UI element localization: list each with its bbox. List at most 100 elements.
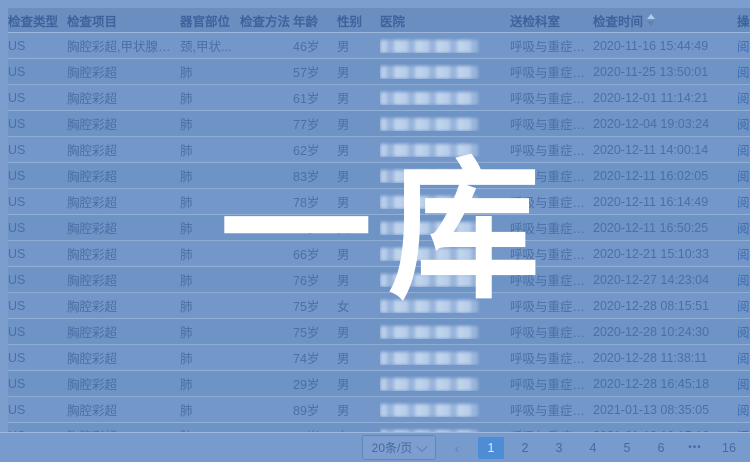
cell-exam-item: 胸腔彩超 bbox=[67, 374, 180, 393]
column-header-exam-item: 检查项目 bbox=[67, 11, 180, 30]
cell-exam-type: US bbox=[8, 91, 67, 105]
page-ellipsis[interactable]: ••• bbox=[682, 437, 708, 459]
view-film-link[interactable]: 阅片 bbox=[737, 300, 750, 314]
cell-exam-item: 胸腔彩超 bbox=[67, 244, 180, 263]
view-film-link[interactable]: 阅片 bbox=[737, 170, 750, 184]
table-row[interactable]: US 胸腔彩超 肺 66岁 男 呼吸与重症医... 2020-12-21 15:… bbox=[8, 241, 750, 267]
page-button-2[interactable]: 2 bbox=[512, 437, 538, 459]
page-button-3[interactable]: 3 bbox=[546, 437, 572, 459]
column-header-organ: 器官部位 bbox=[180, 11, 240, 30]
cell-gender: 男 bbox=[337, 36, 380, 55]
table-row[interactable]: US 胸腔彩超 肺 83岁 男 呼吸与重症医... 2020-12-11 16:… bbox=[8, 163, 750, 189]
table-row[interactable]: US 胸腔彩超 肺 77岁 男 呼吸与重症医... 2020-12-04 19:… bbox=[8, 111, 750, 137]
cell-organ: 肺 bbox=[180, 62, 240, 81]
cell-organ: 肺 bbox=[180, 400, 240, 419]
view-film-link[interactable]: 阅片 bbox=[737, 66, 750, 80]
table-body: US 胸腔彩超,甲状腺彩超 颈,甲状... 46岁 男 呼吸与重症医... 20… bbox=[8, 33, 750, 449]
cell-department: 呼吸与重症医... bbox=[510, 36, 593, 55]
redacted-hospital-block bbox=[380, 352, 478, 365]
cell-exam-time: 2020-12-28 11:38:11 bbox=[593, 351, 737, 365]
sort-asc-icon[interactable] bbox=[647, 14, 655, 19]
cell-department: 呼吸与重症医... bbox=[510, 140, 593, 159]
pagination-bar: 20条/页 ‹ 123456 ••• 16 bbox=[0, 432, 750, 462]
page-button-16[interactable]: 16 bbox=[716, 437, 742, 459]
cell-exam-time: 2020-12-11 14:00:14 bbox=[593, 143, 737, 157]
cell-hospital bbox=[380, 350, 510, 364]
redacted-hospital-block bbox=[380, 326, 478, 339]
table-row[interactable]: US 胸腔彩超 肺 89岁 男 呼吸与重症医... 2021-01-13 08:… bbox=[8, 397, 750, 423]
view-film-link[interactable]: 阅片 bbox=[737, 40, 750, 54]
view-film-link[interactable]: 阅片 bbox=[737, 274, 750, 288]
redacted-hospital-block bbox=[380, 196, 478, 209]
exam-table: 检查类型 检查项目 器官部位 检查方法 年龄 性别 医院 送检科室 检查时间 操… bbox=[8, 8, 750, 449]
cell-exam-time: 2020-12-21 15:10:33 bbox=[593, 247, 737, 261]
table-row[interactable]: US 胸腔彩超 肺 61岁 男 呼吸与重症医... 2020-12-01 11:… bbox=[8, 85, 750, 111]
view-film-link[interactable]: 阅片 bbox=[737, 92, 750, 106]
cell-exam-time: 2020-12-11 16:02:05 bbox=[593, 169, 737, 183]
cell-exam-time: 2020-12-28 10:24:30 bbox=[593, 325, 737, 339]
view-film-link[interactable]: 阅片 bbox=[737, 352, 750, 366]
cell-exam-item: 胸腔彩超 bbox=[67, 296, 180, 315]
column-header-exam-time-label: 检查时间 bbox=[593, 11, 643, 30]
view-film-link[interactable]: 阅片 bbox=[737, 118, 750, 132]
chevron-down-icon bbox=[417, 440, 428, 451]
view-film-link[interactable]: 阅片 bbox=[737, 248, 750, 262]
cell-gender: 男 bbox=[337, 62, 380, 81]
table-row[interactable]: US 胸腔彩超 肺 78岁 男 呼吸与重症医... 2020-12-11 16:… bbox=[8, 189, 750, 215]
cell-exam-type: US bbox=[8, 221, 67, 235]
table-row[interactable]: US 胸腔彩超 肺 29岁 男 呼吸与重症医... 2020-12-28 16:… bbox=[8, 371, 750, 397]
redacted-hospital-block bbox=[380, 170, 478, 183]
cell-exam-type: US bbox=[8, 65, 67, 79]
view-film-link[interactable]: 阅片 bbox=[737, 326, 750, 340]
cell-exam-type: US bbox=[8, 39, 67, 53]
page-button-6[interactable]: 6 bbox=[648, 437, 674, 459]
cell-age: 77岁 bbox=[293, 114, 337, 133]
table-row[interactable]: US 胸腔彩超 肺 76岁 男 呼吸与重症医... 2020-12-27 14:… bbox=[8, 267, 750, 293]
cell-gender: 男 bbox=[337, 88, 380, 107]
view-film-link[interactable]: 阅片 bbox=[737, 196, 750, 210]
cell-department: 呼吸与重症医... bbox=[510, 270, 593, 289]
table-row[interactable]: US 胸腔彩超,甲状腺彩超 颈,甲状... 46岁 男 呼吸与重症医... 20… bbox=[8, 33, 750, 59]
redacted-hospital-block bbox=[380, 118, 478, 131]
cell-exam-time: 2020-11-25 13:50:01 bbox=[593, 65, 737, 79]
page-button-5[interactable]: 5 bbox=[614, 437, 640, 459]
view-film-link[interactable]: 阅片 bbox=[737, 222, 750, 236]
redacted-hospital-block bbox=[380, 378, 478, 391]
cell-organ: 肺 bbox=[180, 322, 240, 341]
redacted-hospital-block bbox=[380, 222, 478, 235]
cell-department: 呼吸与重症医... bbox=[510, 348, 593, 367]
table-row[interactable]: US 胸腔彩超 肺 57岁 男 呼吸与重症医... 2020-11-25 13:… bbox=[8, 59, 750, 85]
table-row[interactable]: US 胸腔彩超 肺 75岁 男 呼吸与重症医... 2020-12-28 10:… bbox=[8, 319, 750, 345]
cell-age: 66岁 bbox=[293, 244, 337, 263]
view-film-link[interactable]: 阅片 bbox=[737, 404, 750, 418]
page-button-1[interactable]: 1 bbox=[478, 437, 504, 459]
cell-hospital bbox=[380, 402, 510, 416]
cell-age: 89岁 bbox=[293, 400, 337, 419]
page-button-4[interactable]: 4 bbox=[580, 437, 606, 459]
cell-exam-type: US bbox=[8, 325, 67, 339]
table-row[interactable]: US 胸腔彩超 肺 75岁 女 呼吸与重症医... 2020-12-28 08:… bbox=[8, 293, 750, 319]
view-film-link[interactable]: 阅片 bbox=[737, 144, 750, 158]
cell-age: 62岁 bbox=[293, 140, 337, 159]
cell-gender: 男 bbox=[337, 114, 380, 133]
cell-age: 83岁 bbox=[293, 166, 337, 185]
sort-desc-icon[interactable] bbox=[647, 21, 655, 26]
prev-page-button[interactable]: ‹ bbox=[444, 437, 470, 459]
table-row[interactable]: US 胸腔彩超 肺 76岁 女 呼吸与重症医... 2020-12-11 16:… bbox=[8, 215, 750, 241]
cell-exam-item: 胸腔彩超 bbox=[67, 270, 180, 289]
cell-organ: 肺 bbox=[180, 140, 240, 159]
cell-organ: 颈,甲状... bbox=[180, 36, 240, 55]
column-header-gender: 性别 bbox=[337, 11, 380, 30]
cell-exam-time: 2020-12-27 14:23:04 bbox=[593, 273, 737, 287]
table-row[interactable]: US 胸腔彩超 肺 62岁 男 呼吸与重症医... 2020-12-11 14:… bbox=[8, 137, 750, 163]
table-row[interactable]: US 胸腔彩超 肺 74岁 男 呼吸与重症医... 2020-12-28 11:… bbox=[8, 345, 750, 371]
cell-age: 29岁 bbox=[293, 374, 337, 393]
cell-exam-item: 胸腔彩超 bbox=[67, 88, 180, 107]
column-header-exam-time[interactable]: 检查时间 bbox=[593, 11, 737, 30]
view-film-link[interactable]: 阅片 bbox=[737, 378, 750, 392]
cell-exam-time: 2020-12-28 08:15:51 bbox=[593, 299, 737, 313]
page-list: 123456 ••• 16 bbox=[478, 437, 742, 459]
sort-carets[interactable] bbox=[647, 14, 655, 26]
page-size-select[interactable]: 20条/页 bbox=[362, 435, 436, 460]
cell-exam-item: 胸腔彩超 bbox=[67, 400, 180, 419]
